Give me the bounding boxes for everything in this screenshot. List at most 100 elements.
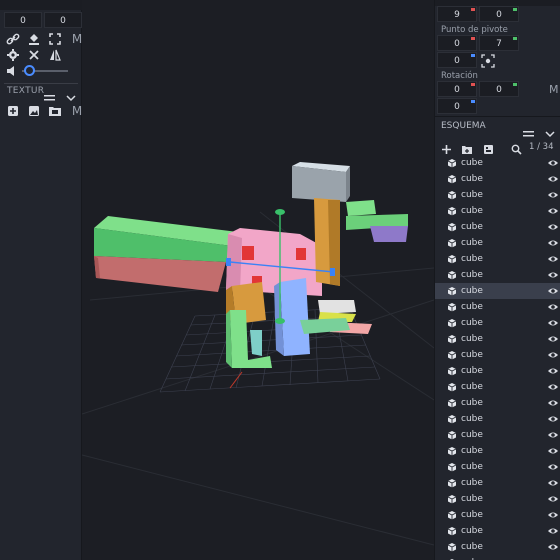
outliner-row[interactable]: cube [435,539,560,555]
outliner-title: ESQUEMA [441,121,486,131]
eye-icon[interactable] [547,270,559,280]
cube-icon [447,238,457,248]
app-root: 0 0 M TEXTUR M 9 0 Punto de pivote 0 7 0… [0,0,560,560]
outliner-row[interactable]: cube [435,315,560,331]
chevron-down-icon[interactable] [545,123,555,138]
outliner-row[interactable]: cube [435,459,560,475]
outliner-row[interactable]: cube [435,555,560,560]
cube-icon [447,286,457,296]
gear-icon[interactable] [6,48,20,62]
outliner-row[interactable]: cube [435,395,560,411]
rotation-y-field[interactable]: 0 [479,81,519,97]
left-tool-panel: 0 0 M TEXTUR M [0,0,82,560]
eye-icon[interactable] [547,430,559,440]
paint-bucket-icon[interactable] [27,32,41,46]
eye-icon[interactable] [547,206,559,216]
3d-viewport[interactable] [82,0,434,560]
link-icon[interactable] [6,32,20,46]
outliner-row[interactable]: cube [435,427,560,443]
eye-icon[interactable] [547,158,559,168]
plus-icon[interactable] [441,140,452,154]
outliner-row[interactable]: cube [435,411,560,427]
outliner-row[interactable]: cube [435,203,560,219]
eye-icon[interactable] [547,334,559,344]
eye-icon[interactable] [547,350,559,360]
outliner-row[interactable]: cube [435,251,560,267]
outliner-row[interactable]: cube [435,219,560,235]
center-pivot-icon[interactable] [481,53,495,68]
slider-knob-icon[interactable] [24,65,35,76]
eye-icon[interactable] [547,318,559,328]
cube-icon [447,414,457,424]
eye-icon[interactable] [547,478,559,488]
cube-icon [447,366,457,376]
texture-section-label: TEXTUR [7,86,45,96]
pivot-y-field[interactable]: 7 [479,35,519,51]
eye-icon[interactable] [547,174,559,184]
eye-icon[interactable] [547,222,559,232]
top-strip [0,0,82,10]
rotation-x-field[interactable]: 0 [437,81,477,97]
eye-icon[interactable] [547,254,559,264]
eye-icon[interactable] [547,382,559,392]
menu-lines-icon[interactable] [44,87,55,101]
eye-icon[interactable] [547,398,559,408]
search-icon[interactable] [511,140,522,155]
eye-icon[interactable] [547,526,559,536]
rotation-z-field[interactable]: 0 [437,98,477,114]
add-folder-icon[interactable] [461,140,473,154]
outliner-row[interactable]: cube [435,475,560,491]
cube-icon [447,350,457,360]
eye-icon[interactable] [547,366,559,376]
rotation-y-text: 0 [496,85,502,95]
outliner-row[interactable]: cube [435,267,560,283]
outliner-row[interactable]: cube [435,363,560,379]
resize-icon[interactable] [48,32,62,46]
outliner-row-name: cube [461,350,483,360]
value-field-1[interactable]: 0 [4,12,42,28]
eye-icon[interactable] [547,446,559,456]
pivot-z-field[interactable]: 0 [437,52,477,68]
mirror-icon[interactable] [48,48,62,62]
outliner-row[interactable]: cube [435,347,560,363]
outliner-row[interactable]: cube [435,507,560,523]
outliner-row[interactable]: cube [435,187,560,203]
x-icon[interactable] [27,48,41,62]
rotation-z-text: 0 [454,102,460,112]
folder-image-icon[interactable] [48,104,62,118]
eye-icon[interactable] [547,414,559,424]
menu-lines-icon[interactable] [523,123,534,137]
eye-icon[interactable] [547,190,559,200]
pivot-label: Punto de pivote [441,25,508,35]
outliner-row[interactable]: cube [435,171,560,187]
outliner-row[interactable]: cube [435,443,560,459]
pivot-x-field[interactable]: 0 [437,35,477,51]
add-group-icon[interactable] [483,140,494,154]
outliner-counter: 1 / 34 [529,142,554,152]
outliner-row[interactable]: cube [435,379,560,395]
size-field-2[interactable]: 0 [479,6,519,22]
eye-icon[interactable] [547,510,559,520]
outliner-row[interactable]: cube [435,283,560,299]
outliner-row[interactable]: cube [435,299,560,315]
outliner-row[interactable]: cube [435,523,560,539]
outliner-row-name: cube [461,174,483,184]
value-field-2[interactable]: 0 [44,12,82,28]
outliner-row[interactable]: cube [435,331,560,347]
size-field-1[interactable]: 9 [437,6,477,22]
chevron-down-icon[interactable] [66,87,76,102]
eye-icon[interactable] [547,286,559,296]
eye-icon[interactable] [547,542,559,552]
cube-icon [447,222,457,232]
eye-icon[interactable] [547,494,559,504]
eye-icon[interactable] [547,462,559,472]
add-texture-icon[interactable] [6,104,20,118]
eye-icon[interactable] [547,302,559,312]
outliner-row[interactable]: cube [435,155,560,171]
cube-icon [447,158,457,168]
outliner-row[interactable]: cube [435,491,560,507]
image-icon[interactable] [27,104,41,118]
outliner-row-name: cube [461,302,483,312]
eye-icon[interactable] [547,238,559,248]
outliner-row[interactable]: cube [435,235,560,251]
